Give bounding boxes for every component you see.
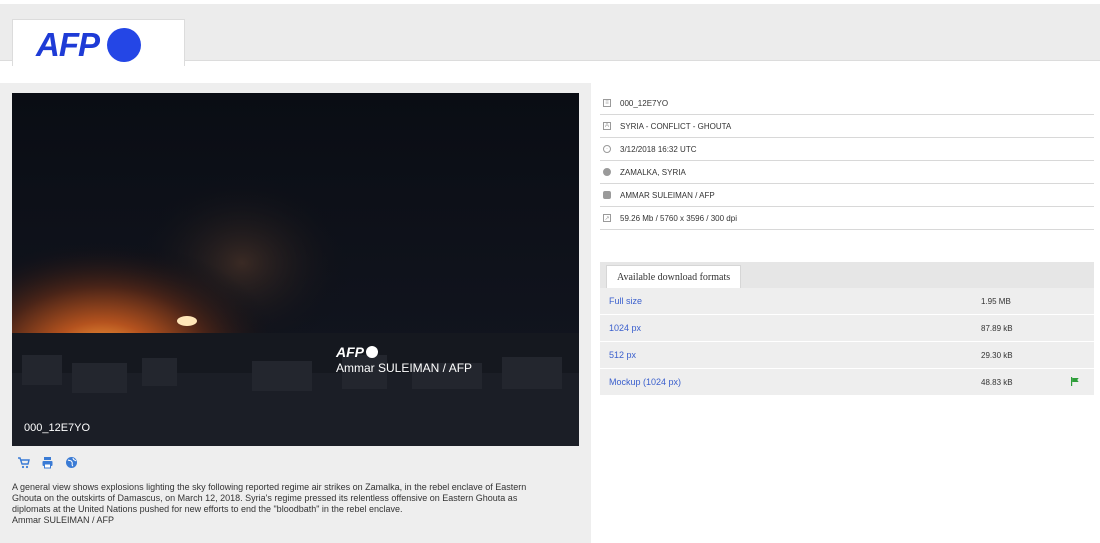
photo-caption: A general view shows explosions lighting… bbox=[12, 482, 577, 526]
globe-icon[interactable] bbox=[65, 456, 78, 469]
photo-watermark: AFP Ammar SULEIMAN / AFP bbox=[336, 344, 472, 375]
photo-metadata: ≡ 000_12E7YO A SYRIA - CONFLICT - GHOUTA… bbox=[600, 92, 1094, 230]
top-bar: AFP bbox=[0, 4, 1100, 66]
caption-line: A general view shows explosions lighting… bbox=[12, 482, 527, 492]
meta-row-location: ZAMALKA, SYRIA bbox=[600, 161, 1094, 184]
watermark-dot-icon bbox=[366, 346, 378, 358]
caption-credit: Ammar SULEIMAN / AFP bbox=[12, 515, 115, 525]
afp-dot-icon bbox=[107, 28, 141, 62]
clock-icon: · bbox=[603, 145, 611, 153]
format-link[interactable]: 1024 px bbox=[609, 323, 641, 333]
print-icon[interactable] bbox=[41, 456, 54, 469]
format-size: 1.95 MB bbox=[981, 297, 1011, 306]
logo-tab[interactable]: AFP bbox=[12, 19, 185, 66]
format-row-full-size[interactable]: Full size 1.95 MB bbox=[600, 288, 1094, 315]
download-formats: Available download formats Full size 1.9… bbox=[600, 262, 1094, 396]
photo-id-overlay: 000_12E7YO bbox=[24, 422, 91, 434]
meta-value: 59.26 Mb / 5760 x 3596 / 300 dpi bbox=[620, 213, 737, 223]
tab-download-formats[interactable]: Available download formats bbox=[606, 265, 742, 289]
watermark-credit: Ammar SULEIMAN / AFP bbox=[336, 361, 473, 375]
camera-icon bbox=[603, 191, 611, 199]
news-photo[interactable]: AFP Ammar SULEIMAN / AFP 000_12E7YO bbox=[12, 93, 579, 446]
format-link[interactable]: 512 px bbox=[609, 350, 636, 360]
flag-icon[interactable] bbox=[1070, 377, 1080, 388]
meta-value: 3/12/2018 16:32 UTC bbox=[620, 144, 697, 154]
watermark-logo: AFP bbox=[336, 344, 472, 360]
meta-value: ZAMALKA, SYRIA bbox=[620, 167, 686, 177]
photo-actions bbox=[17, 456, 78, 469]
format-row-512[interactable]: 512 px 29.30 kB bbox=[600, 342, 1094, 369]
globe-icon bbox=[603, 168, 611, 176]
formats-header: Available download formats bbox=[600, 262, 1094, 289]
meta-row-id: ≡ 000_12E7YO bbox=[600, 92, 1094, 115]
meta-row-photographer: AMMAR SULEIMAN / AFP bbox=[600, 184, 1094, 207]
format-row-mockup[interactable]: Mockup (1024 px) 48.83 kB bbox=[600, 369, 1094, 396]
document-icon: ≡ bbox=[603, 99, 611, 107]
format-size: 87.89 kB bbox=[981, 324, 1013, 333]
photo-panel: AFP Ammar SULEIMAN / AFP 000_12E7YO A ge… bbox=[0, 83, 591, 543]
afp-logo: AFP bbox=[36, 26, 100, 63]
cart-icon[interactable] bbox=[17, 456, 30, 469]
title-icon: A bbox=[603, 122, 611, 130]
meta-value: SYRIA - CONFLICT - GHOUTA bbox=[620, 121, 732, 131]
format-row-1024[interactable]: 1024 px 87.89 kB bbox=[600, 315, 1094, 342]
caption-line: Ghouta on the outskirts of Damascus, on … bbox=[12, 493, 518, 503]
meta-value: 000_12E7YO bbox=[620, 98, 669, 108]
format-size: 48.83 kB bbox=[981, 378, 1013, 387]
resize-icon: ↗ bbox=[603, 214, 611, 222]
meta-row-size: ↗ 59.26 Mb / 5760 x 3596 / 300 dpi bbox=[600, 207, 1094, 230]
meta-row-date: · 3/12/2018 16:32 UTC bbox=[600, 138, 1094, 161]
format-link[interactable]: Mockup (1024 px) bbox=[609, 377, 681, 387]
meta-row-title: A SYRIA - CONFLICT - GHOUTA bbox=[600, 115, 1094, 138]
format-link[interactable]: Full size bbox=[609, 296, 642, 306]
format-size: 29.30 kB bbox=[981, 351, 1013, 360]
meta-value: AMMAR SULEIMAN / AFP bbox=[620, 190, 715, 200]
caption-line: diplomats at the United Nations pushed f… bbox=[12, 504, 403, 514]
photo-image bbox=[12, 93, 579, 446]
